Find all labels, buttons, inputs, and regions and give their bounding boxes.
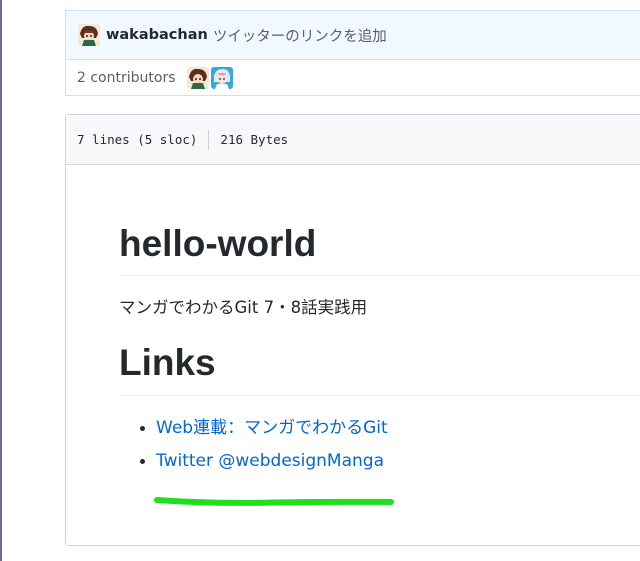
window-edge [0, 0, 2, 561]
file-size: 216 Bytes [220, 132, 289, 147]
author-avatar[interactable] [78, 24, 100, 46]
commit-author[interactable]: wakabachan [106, 27, 208, 43]
contributor-avatar-wakabachan[interactable] [186, 66, 209, 89]
contributor-avatars [186, 66, 233, 89]
readme-content: hello-world マンガでわかるGit 7・8話実践用 Links Web… [119, 221, 640, 478]
list-item: Web連載：マンガでわかるGit [140, 412, 640, 445]
readme-links-list: Web連載：マンガでわかるGit Twitter @webdesignManga [140, 412, 640, 478]
file-line-count: 7 lines (5 sloc) [77, 132, 198, 147]
readme-title: hello-world [119, 221, 640, 277]
green-highlight-underline [154, 497, 394, 506]
file-info-divider [208, 129, 210, 150]
bullet [140, 425, 145, 431]
file-box: 7 lines (5 sloc) 216 Bytes hello-world マ… [65, 114, 640, 546]
readme-description: マンガでわかるGit 7・8話実践用 [119, 298, 368, 318]
list-item: Twitter @webdesignManga [140, 445, 640, 478]
readme-links-heading: Links [119, 340, 640, 396]
commit-message[interactable]: ツイッターのリンクを追加 [213, 25, 387, 46]
bullet [140, 458, 145, 464]
latest-commit-bar: wakabachan ツイッターのリンクを追加 [65, 10, 640, 59]
contributors-bar: 2 contributors [65, 59, 640, 96]
contributor-avatar-second[interactable] [210, 66, 233, 89]
file-info-header: 7 lines (5 sloc) 216 Bytes [66, 115, 640, 165]
link-web-series[interactable]: Web連載：マンガでわかるGit [156, 412, 388, 445]
link-twitter[interactable]: Twitter @webdesignManga [156, 445, 384, 478]
contributors-count: 2 contributors [77, 69, 176, 86]
